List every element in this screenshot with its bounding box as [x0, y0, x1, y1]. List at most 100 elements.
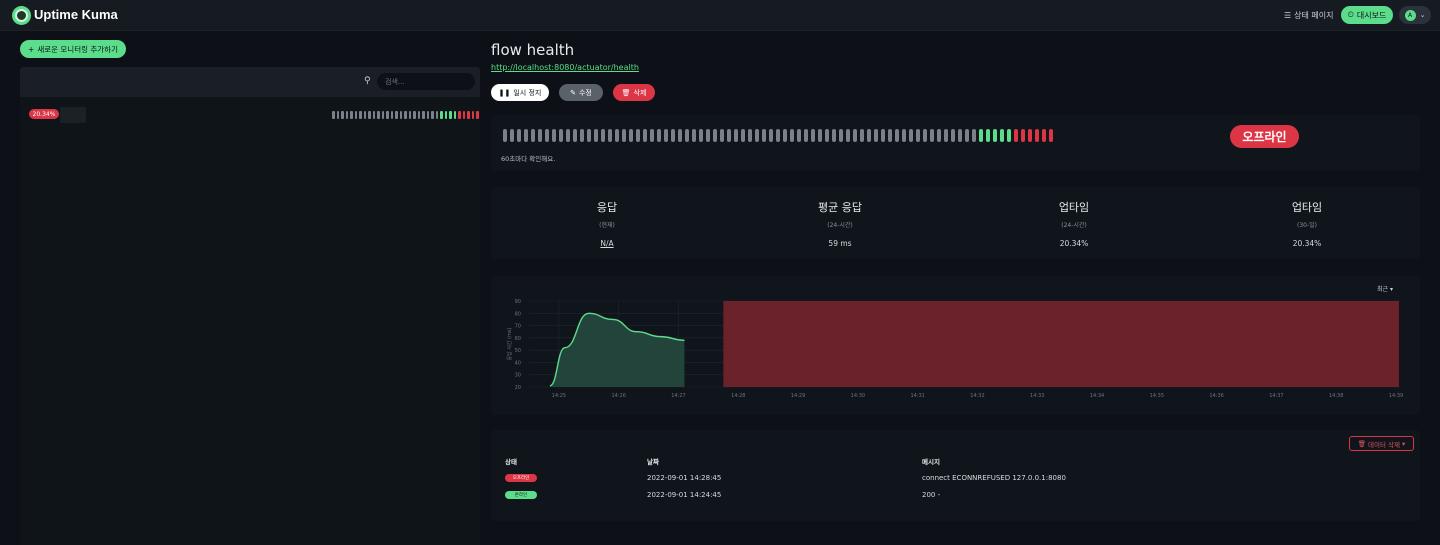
heartbeat-none: [867, 129, 871, 142]
plus-icon: +: [28, 44, 35, 54]
dashboard-button[interactable]: ⏲ 대시보드: [1341, 6, 1393, 24]
heartbeat-up: [440, 111, 443, 119]
heartbeat-down: [471, 111, 474, 119]
x-tick-label: 14:35: [1150, 393, 1164, 399]
tachometer-icon: ⏲: [1347, 10, 1354, 19]
column-header-date: 날짜: [647, 458, 659, 466]
heartbeat-none: [720, 129, 724, 142]
heartbeat-down: [1035, 129, 1039, 142]
heartbeat-none: [902, 129, 906, 142]
clear-data-button[interactable]: 🗑 데이터 삭제 ▾: [1349, 436, 1414, 451]
heartbeat-none: [517, 129, 521, 142]
status-badge: 온라인: [505, 491, 537, 499]
mini-heartbeat-bar: [332, 111, 479, 119]
x-tick-label: 14:30: [851, 393, 865, 399]
stat-sub: (현재): [599, 222, 615, 229]
heartbeat-none: [874, 129, 878, 142]
heartbeat-none: [888, 129, 892, 142]
heartbeat-down: [467, 111, 470, 119]
event-date: 2022-09-01 14:24:45: [647, 491, 722, 499]
stat-value[interactable]: N/A: [547, 239, 667, 248]
heartbeat-none: [790, 129, 794, 142]
edit-icon: ✎: [570, 88, 576, 97]
heartbeat-none: [503, 129, 507, 142]
monitor-list-item[interactable]: 20.34%: [26, 107, 479, 123]
heartbeat-bar: [503, 129, 1053, 142]
x-tick-label: 14:28: [731, 393, 745, 399]
y-tick-label: 30: [515, 373, 521, 379]
delete-button[interactable]: 🗑 삭제: [613, 84, 655, 101]
heartbeat-none: [377, 111, 380, 119]
heartbeat-up: [453, 111, 456, 119]
y-tick-label: 70: [515, 324, 521, 330]
heartbeat-none: [643, 129, 647, 142]
status-badge: 오프라인: [505, 474, 537, 482]
y-tick-label: 20: [515, 385, 521, 391]
chevron-down-icon: ⌄: [1419, 11, 1426, 19]
heartbeat-none: [580, 129, 584, 142]
heartbeat-down: [1014, 129, 1018, 142]
delete-label: 삭제: [633, 88, 647, 97]
response-time-chart: 20 30 40 50 60 70 80 90 14:25 14:26 14:27 14:28 14:2…: [506, 299, 1403, 399]
stat-sub: (24-시간): [1061, 222, 1087, 229]
heartbeat-none: [336, 111, 339, 119]
heartbeat-up: [1007, 129, 1011, 142]
heartbeat-none: [734, 129, 738, 142]
heartbeat-down: [1028, 129, 1032, 142]
heartbeat-up: [444, 111, 447, 119]
profile-menu-button[interactable]: A ⌄: [1399, 6, 1431, 24]
edit-button[interactable]: ✎ 수정: [559, 84, 603, 101]
heartbeat-none: [748, 129, 752, 142]
x-tick-label: 14:26: [611, 393, 625, 399]
table-row: 온라인 2022-09-01 14:24:45 200 -: [491, 487, 1420, 503]
stats-card: 응답 (현재) N/A 평균 응답 (24-시간) 59 ms 업타임 (24-…: [491, 187, 1420, 259]
x-tick-label: 14:39: [1389, 393, 1403, 399]
heartbeat-none: [776, 129, 780, 142]
add-monitor-button[interactable]: + 새로운 모니터링 추가하기: [20, 40, 126, 58]
heartbeat-none: [713, 129, 717, 142]
heartbeat-none: [573, 129, 577, 142]
heartbeat-down: [1049, 129, 1053, 142]
pause-button[interactable]: ❚❚ 일시 정지: [491, 84, 549, 101]
response-time-chart-card: 최근 ▾ 20 30 40 50 60 70 80 90 14:25 14:26 14:27 14:2…: [491, 276, 1420, 415]
avatar: A: [1404, 9, 1416, 21]
heartbeat-none: [825, 129, 829, 142]
stat-sub: (24-시간): [827, 222, 853, 229]
heartbeat-none: [762, 129, 766, 142]
heartbeat-up: [986, 129, 990, 142]
monitor-url-link[interactable]: http://localhost:8080/actuator/health: [491, 63, 639, 72]
events-card: 🗑 데이터 삭제 ▾ 상태 날짜 메시지 오프라인 2022-09-01 14:…: [491, 430, 1420, 521]
response-area: [549, 313, 685, 387]
monitor-list-panel: ⚲ 20.34%: [20, 67, 480, 545]
heartbeat-none: [958, 129, 962, 142]
downtime-area: [723, 301, 1399, 387]
heartbeat-none: [692, 129, 696, 142]
search-input[interactable]: [377, 73, 475, 90]
search-bar: ⚲: [20, 67, 480, 97]
stat-current-response: 응답 (현재) N/A: [547, 199, 667, 248]
column-header-message: 메시지: [922, 458, 940, 466]
uptime-kuma-logo[interactable]: [12, 6, 31, 25]
heartbeat-none: [404, 111, 407, 119]
trash-icon: 🗑: [621, 88, 631, 97]
heartbeat-up: [993, 129, 997, 142]
x-tick-label: 14:38: [1329, 393, 1343, 399]
heartbeat-none: [664, 129, 668, 142]
stat-value: 20.34%: [1059, 239, 1089, 248]
stat-avg-response: 평균 응답 (24-시간) 59 ms: [780, 199, 900, 248]
heartbeat-card: 오프라인 60초마다 확인해요.: [491, 115, 1420, 171]
brand-name[interactable]: Uptime Kuma: [34, 7, 118, 22]
heartbeat-none: [811, 129, 815, 142]
heartbeat-up: [1000, 129, 1004, 142]
heartbeat-none: [930, 129, 934, 142]
y-tick-label: 80: [515, 311, 521, 317]
heartbeat-none: [332, 111, 335, 119]
heartbeat-none: [783, 129, 787, 142]
heartbeat-none: [699, 129, 703, 142]
monitor-title: flow health: [491, 41, 575, 59]
trash-icon: 🗑: [1357, 439, 1367, 448]
stat-label: 업타임: [1058, 201, 1090, 214]
stat-uptime-24h: 업타임 (24-시간) 20.34%: [1014, 199, 1134, 248]
status-page-link[interactable]: ☰ 상태 페이지: [1284, 10, 1334, 21]
status-badge: 오프라인: [1230, 125, 1299, 148]
